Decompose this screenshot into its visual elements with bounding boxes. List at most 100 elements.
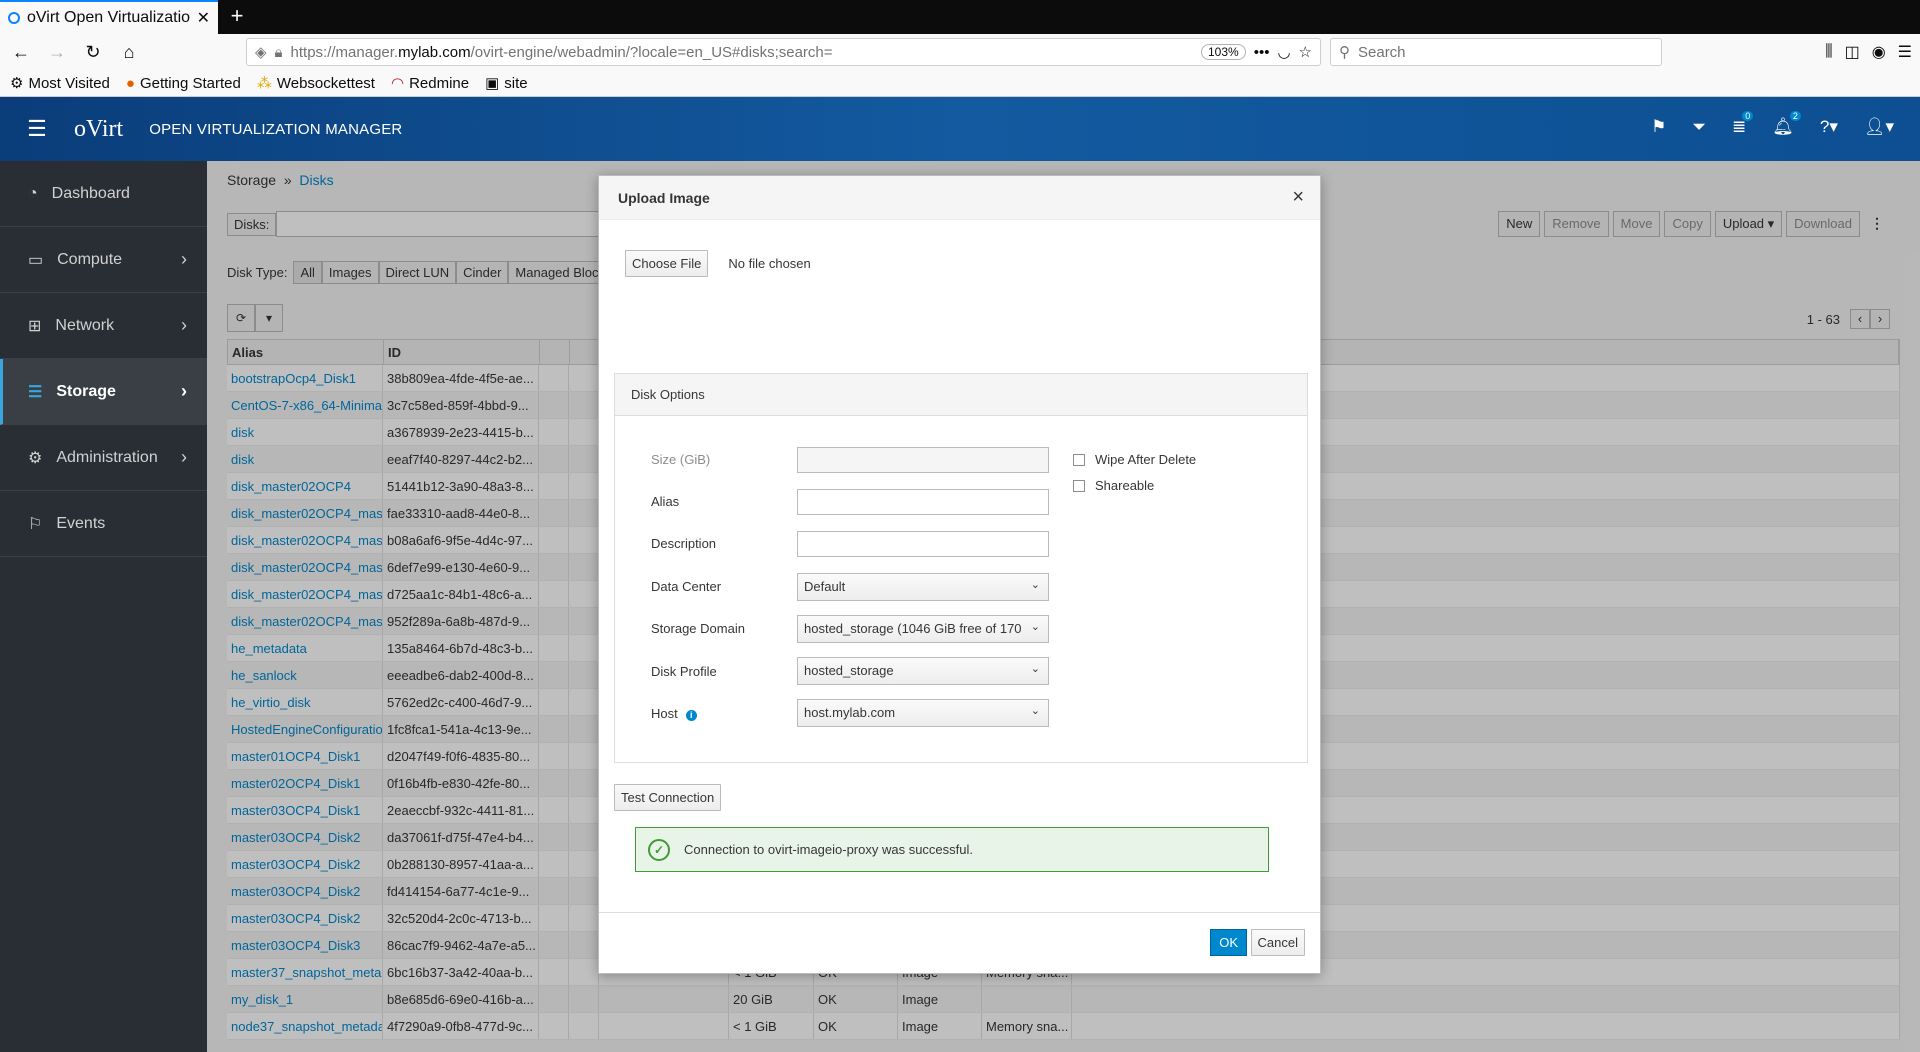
chevron-right-icon: › [181, 381, 187, 401]
user-icon[interactable]: 👤︎▾ [1864, 117, 1894, 137]
dashboard-icon: ◔ [28, 184, 38, 202]
bell-icon[interactable]: 🔔︎ 2 [1772, 111, 1801, 137]
disk-options-heading: Disk Options [615, 374, 1307, 416]
success-message: Connection to ovirt-imageio-proxy was su… [684, 842, 974, 857]
chevron-down-icon: ⌄ [1030, 705, 1040, 717]
menu-icon[interactable]: ☰ [1898, 42, 1912, 62]
description-input[interactable] [797, 531, 1049, 557]
header-icons: ⚑ ⏷ ≣ 0 🔔︎ 2 ?▾ 👤︎▾ [1651, 111, 1894, 137]
shield-icon[interactable]: ◈ [255, 43, 267, 61]
browser-tab[interactable]: oVirt Open Virtualization ✕ [0, 0, 218, 34]
page-actions-icon[interactable]: ••• [1254, 44, 1270, 61]
pocket-icon[interactable]: ◡ [1277, 43, 1290, 61]
file-chooser: Choose File No file chosen [625, 250, 811, 277]
bookmark-getting-started[interactable]: ● Getting Started [126, 75, 241, 92]
sidebar-item-network[interactable]: ⊞ Network › [0, 293, 207, 359]
tasks-badge: 0 [1742, 111, 1754, 121]
home-icon[interactable]: ⌂ [114, 38, 144, 66]
gear-icon: ⚙ [10, 75, 24, 92]
sidebar-item-administration[interactable]: ⚙ Administration › [0, 425, 207, 491]
network-icon: ⊞ [28, 317, 42, 335]
cancel-button[interactable]: Cancel [1250, 929, 1305, 956]
host-select[interactable]: host.mylab.com ⌄ [797, 699, 1049, 727]
dialog-title: Upload Image [618, 189, 710, 206]
dialog-footer: OK Cancel [599, 912, 1320, 973]
bookmark-star-icon[interactable]: ☆ [1299, 43, 1312, 61]
dialog-header: Upload Image × [599, 176, 1320, 220]
library-icon[interactable]: ⫼ [1825, 43, 1832, 61]
events-badge: 2 [1789, 111, 1801, 121]
account-icon[interactable]: ◉ [1872, 42, 1886, 62]
bookmark-redmine[interactable]: ◠ Redmine [390, 74, 469, 93]
firefox-icon: ● [125, 74, 135, 92]
checkbox-box[interactable] [1073, 479, 1085, 492]
test-connection-button[interactable]: Test Connection [614, 784, 722, 811]
bookmark-icon[interactable]: ⚑ [1651, 117, 1666, 137]
help-icon[interactable]: ?▾ [1820, 117, 1838, 137]
alias-label: Alias [651, 494, 680, 509]
flag-icon: ⚐ [28, 515, 43, 533]
bookmarks-bar: ⚙ Most Visited ● Getting Started ⁂ Websocke… [0, 70, 1920, 97]
forward-icon[interactable]: → [42, 38, 72, 66]
storage-domain-select[interactable]: hosted_storage (1046 GiB free of 170 ⌄ [797, 615, 1049, 643]
site-icon: ▣ [485, 75, 500, 92]
size-input [797, 447, 1049, 473]
tags-icon[interactable]: ⏷ [1692, 117, 1706, 137]
lock-icon[interactable]: 🔒︎ [275, 44, 283, 61]
websocket-icon: ⁂ [256, 75, 272, 92]
bookmark-site[interactable]: ▣ site [485, 74, 528, 93]
disk-profile-select[interactable]: hosted_storage ⌄ [797, 657, 1049, 685]
new-tab-button[interactable]: + [218, 0, 256, 34]
chevron-right-icon: › [181, 249, 187, 269]
back-icon[interactable]: ← [6, 38, 36, 66]
chevron-right-icon: › [181, 447, 187, 467]
shareable-checkbox[interactable]: Shareable [1073, 478, 1154, 493]
storage-domain-label: Storage Domain [651, 621, 745, 636]
browser-chrome: oVirt Open Virtualization ✕ + ← → ↻ ⌂ ◈ … [0, 0, 1920, 97]
data-center-label: Data Center [651, 579, 722, 594]
tab-title: oVirt Open Virtualization [27, 9, 190, 26]
sidebar: ◔ Dashboard ▭ Compute › ⊞ Network › ☰ Storage ›… [0, 161, 207, 1052]
search-icon: ⚲ [1339, 44, 1350, 61]
toolbar-icons: ⫼ ◫ ◉ ☰ [1825, 38, 1912, 66]
sidebar-icon[interactable]: ◫ [1845, 42, 1860, 62]
sidebar-item-storage[interactable]: ☰ Storage › [0, 359, 207, 425]
chevron-down-icon: ⌄ [1030, 621, 1040, 633]
close-tab-icon[interactable]: ✕ [197, 8, 210, 28]
file-status: No file chosen [728, 256, 811, 271]
gear-icon: ⚙ [28, 449, 43, 467]
sidebar-item-dashboard[interactable]: ◔ Dashboard [0, 161, 207, 227]
redmine-icon: ◠ [390, 75, 405, 92]
hamburger-menu-icon[interactable]: ☰ [0, 116, 74, 142]
app-name: OPEN VIRTUALIZATION MANAGER [149, 120, 403, 138]
checkbox-box[interactable] [1073, 453, 1085, 466]
bookmark-websockettest[interactable]: ⁂ Websockettest [256, 74, 375, 93]
chevron-down-icon: ⌄ [1030, 663, 1040, 675]
reload-icon[interactable]: ↻ [78, 38, 108, 66]
url-bar[interactable]: ◈ 🔒︎ https://manager.mylab.com/ovirt-eng… [246, 38, 1321, 66]
sidebar-item-compute[interactable]: ▭ Compute › [0, 227, 207, 293]
info-icon[interactable]: i [685, 710, 697, 721]
wipe-after-delete-checkbox[interactable]: Wipe After Delete [1073, 452, 1196, 467]
disk-options-panel: Disk Options Size (GiB) Alias Descriptio… [614, 373, 1308, 763]
sidebar-item-events[interactable]: ⚐ Events [0, 491, 207, 557]
check-circle-icon: ✓ [648, 838, 670, 861]
description-label: Description [651, 536, 717, 551]
choose-file-button[interactable]: Choose File [625, 250, 709, 277]
data-center-select[interactable]: Default ⌄ [797, 573, 1049, 601]
alias-input[interactable] [797, 489, 1049, 515]
close-icon[interactable]: × [1292, 186, 1304, 209]
ok-button[interactable]: OK [1210, 929, 1247, 956]
host-label: Host i [651, 706, 697, 721]
success-alert: ✓ Connection to ovirt-imageio-proxy was … [635, 827, 1269, 872]
app-header: ☰ oVirt OPEN VIRTUALIZATION MANAGER ⚑ ⏷ … [0, 97, 1920, 161]
chevron-right-icon: › [181, 315, 187, 335]
ovirt-favicon-icon [8, 12, 20, 24]
url-text[interactable]: https://manager.mylab.com/ovirt-engine/w… [291, 44, 1193, 61]
tasks-icon[interactable]: ≣ 0 [1732, 111, 1754, 137]
upload-image-dialog: Upload Image × Choose File No file chose… [598, 175, 1321, 974]
chevron-down-icon: ⌄ [1030, 579, 1040, 591]
bookmark-most-visited[interactable]: ⚙ Most Visited [10, 74, 110, 93]
zoom-level[interactable]: 103% [1200, 44, 1246, 60]
browser-search-input[interactable]: ⚲ Search [1330, 38, 1662, 66]
